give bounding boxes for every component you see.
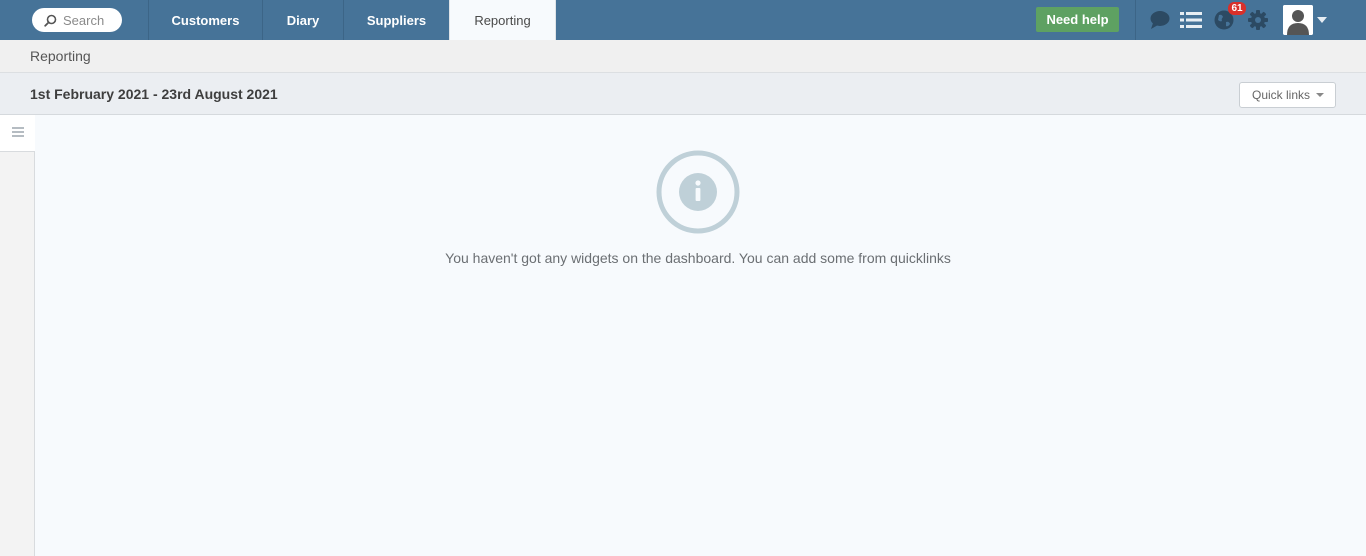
header-divider [1135,0,1136,40]
date-range-label: 1st February 2021 - 23rd August 2021 [30,86,278,102]
chevron-down-icon [1316,93,1325,97]
chat-icon[interactable] [1148,8,1172,32]
search-input[interactable] [63,12,123,28]
list-icon[interactable] [1179,8,1203,32]
empty-dashboard-message: You haven't got any widgets on the dashb… [445,250,951,266]
breadcrumb-current: Reporting [30,48,91,64]
tab-diary[interactable]: Diary [262,0,343,40]
top-navigation-bar: Customers Diary Suppliers Reporting Need… [0,0,1366,40]
tab-reporting[interactable]: Reporting [449,0,556,40]
info-icon [655,149,741,235]
user-menu-chevron-down-icon[interactable] [1317,17,1327,23]
gear-icon[interactable] [1246,8,1270,32]
breadcrumb: Reporting [0,40,1366,73]
date-range-bar: 1st February 2021 - 23rd August 2021 Qui… [0,73,1366,115]
tab-customers[interactable]: Customers [148,0,262,40]
main-nav: Customers Diary Suppliers Reporting [148,0,556,40]
dashboard-content: You haven't got any widgets on the dashb… [35,115,1366,556]
search-icon [44,14,57,27]
quick-links-label: Quick links [1252,88,1311,102]
need-help-button[interactable]: Need help [1036,7,1119,32]
notification-badge: 61 [1228,2,1246,15]
search-box[interactable] [32,8,123,32]
tab-suppliers[interactable]: Suppliers [343,0,449,40]
quick-links-dropdown[interactable]: Quick links [1239,82,1336,108]
menu-lines-icon [11,124,24,142]
user-avatar-icon[interactable] [1283,5,1313,35]
sidebar-toggle-button[interactable] [0,115,35,152]
left-sidebar [0,115,35,556]
